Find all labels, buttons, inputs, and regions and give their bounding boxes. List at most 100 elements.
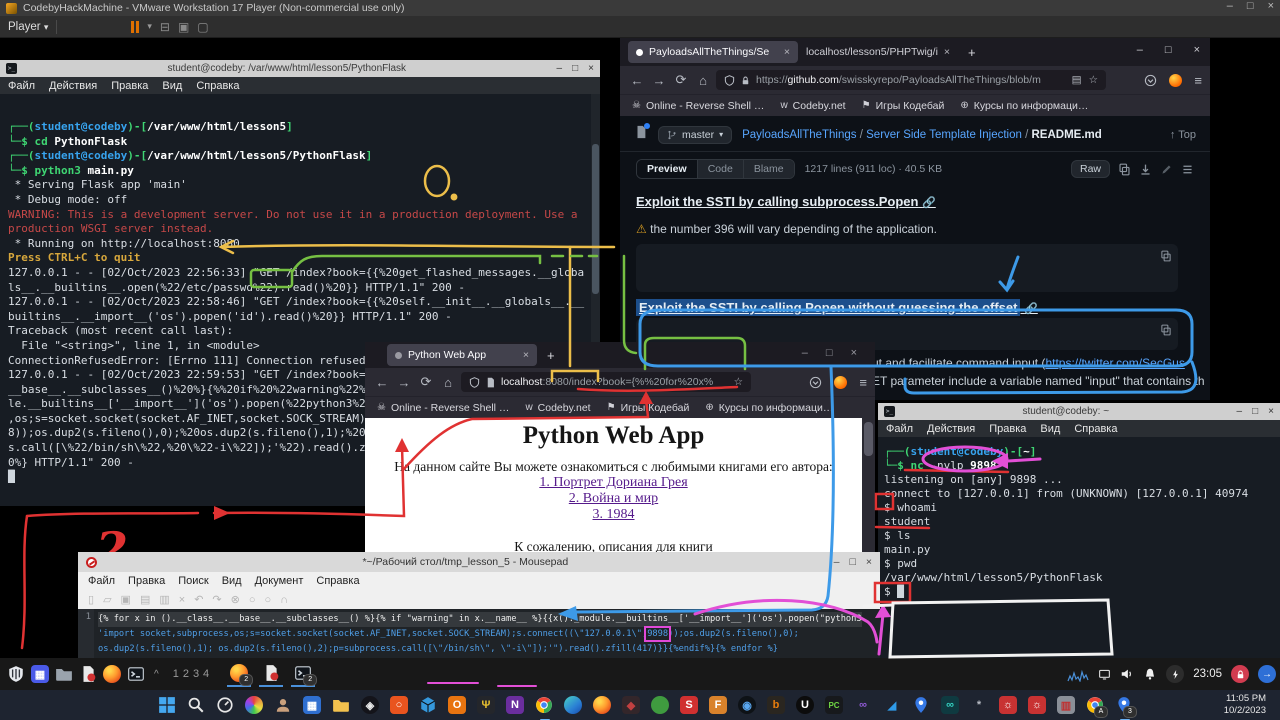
volume-icon[interactable]: [1120, 667, 1134, 681]
close-file-icon[interactable]: ×: [179, 594, 185, 606]
firefox-account-icon[interactable]: [834, 376, 847, 389]
twitter-link[interactable]: https://twitter.com/SecGus: [1045, 356, 1184, 370]
find-icon[interactable]: ○: [249, 594, 256, 606]
vscode-app[interactable]: ◢: [881, 693, 903, 717]
edge-app[interactable]: [562, 693, 584, 717]
vmware-pause-button[interactable]: [131, 21, 139, 33]
edit-pencil-icon[interactable]: [1160, 163, 1173, 176]
menu-item-Файл[interactable]: Файл: [8, 80, 35, 92]
mousepad-text-area[interactable]: 1 {% for x in ().__class__.__base__.__su…: [78, 609, 880, 658]
tab-localhost-phptwig[interactable]: localhost/lesson5/PHPTwig/i ×: [798, 41, 958, 63]
terminal-titlebar[interactable]: >_ student@codeby: ~ – □ ×: [878, 403, 1280, 420]
window-close-button[interactable]: ×: [851, 347, 857, 359]
bookmark-item[interactable]: wCodeby.net: [780, 100, 845, 112]
bookmark-star-icon[interactable]: ☆: [1089, 74, 1098, 86]
virtualbox-app[interactable]: [417, 693, 439, 717]
mousepad-code[interactable]: {% for x in ().__class__.__base__.__subc…: [94, 609, 862, 658]
vmware-pause-caret[interactable]: ▾: [147, 21, 152, 32]
mousepad-window-button[interactable]: [259, 661, 283, 687]
terminal-titlebar[interactable]: >_ student@codeby: /var/www/html/lesson5…: [0, 60, 600, 77]
bookmark-item[interactable]: ⚑Игры Кодебай: [862, 100, 945, 112]
menu-item-Вид[interactable]: Вид: [162, 80, 182, 92]
wings-app[interactable]: *: [968, 693, 990, 717]
book-link[interactable]: 1. Портрет Дориана Грея: [365, 475, 862, 491]
copy-code-icon[interactable]: [1160, 250, 1172, 262]
f-app[interactable]: F: [707, 693, 729, 717]
dark-red-app[interactable]: ◆: [620, 693, 642, 717]
tab-python-web-app[interactable]: Python Web App ×: [387, 344, 537, 366]
gauge-app[interactable]: [214, 693, 236, 717]
replace-icon[interactable]: ○: [265, 594, 272, 606]
maximize-button[interactable]: □: [850, 556, 856, 568]
display-icon[interactable]: [1098, 668, 1111, 681]
forward-button[interactable]: →: [650, 73, 668, 88]
vmware-minimize-button[interactable]: –: [1227, 0, 1233, 12]
obsidian-app[interactable]: ◈: [359, 693, 381, 717]
cpu-graph-icon[interactable]: [1067, 666, 1089, 682]
onenote-app[interactable]: N: [504, 693, 526, 717]
copy-raw-icon[interactable]: [1118, 163, 1131, 176]
window-minimize-button[interactable]: –: [802, 347, 808, 359]
unreal-app[interactable]: U: [794, 693, 816, 717]
file-explorer[interactable]: [330, 693, 352, 717]
menu-item-Правка[interactable]: Правка: [111, 80, 148, 92]
color-wheel-app[interactable]: [243, 693, 265, 717]
window-maximize-button[interactable]: □: [1165, 44, 1172, 56]
ubuntu-app[interactable]: ○: [388, 693, 410, 717]
gear-app-1[interactable]: ☼: [997, 693, 1019, 717]
window-minimize-button[interactable]: –: [1137, 44, 1143, 56]
tab-payloadsallthethings[interactable]: PayloadsAllTheThings/Se ×: [628, 41, 798, 63]
menu-item-Вид[interactable]: Вид: [222, 575, 242, 587]
tab-close-icon[interactable]: ×: [944, 46, 950, 58]
present-app[interactable]: ▥: [1055, 693, 1077, 717]
close-button[interactable]: ×: [588, 63, 594, 74]
redo-icon[interactable]: ↷: [212, 593, 221, 606]
vmware-player-menu[interactable]: Player ▾: [8, 21, 48, 33]
menu-item-Файл[interactable]: Файл: [88, 575, 115, 587]
home-button[interactable]: ⌂: [439, 375, 457, 390]
page-scrollbar[interactable]: [862, 418, 875, 557]
panel-expander[interactable]: ^: [154, 669, 159, 680]
bookmark-item[interactable]: ⊕Курсы по информаци…: [960, 100, 1088, 112]
firefox-window-button[interactable]: 2: [227, 661, 251, 687]
map-pin-app[interactable]: [910, 693, 932, 717]
vmware-ctrl-alt-del-icon[interactable]: ⊟: [160, 20, 170, 34]
calendar-app[interactable]: ▦: [301, 693, 323, 717]
pocket-icon[interactable]: [1144, 74, 1157, 87]
menu-item-Правка[interactable]: Правка: [989, 423, 1026, 435]
app-menu-icon[interactable]: ≡: [859, 375, 867, 390]
pocket-icon[interactable]: [809, 376, 822, 389]
undo-icon[interactable]: ↶: [194, 593, 203, 606]
breadcrumb-folder-link[interactable]: Server Side Template Injection: [866, 129, 1022, 141]
gear-app-2[interactable]: ☼: [1026, 693, 1048, 717]
workspace-switcher[interactable]: 1234: [173, 668, 213, 680]
maximize-button[interactable]: □: [1252, 406, 1258, 417]
vmware-maximize-button[interactable]: □: [1247, 0, 1254, 12]
bookmark-item[interactable]: wCodeby.net: [525, 402, 590, 414]
kali-menu[interactable]: [4, 662, 28, 686]
vmware-close-button[interactable]: ×: [1268, 0, 1274, 12]
url-bar[interactable]: localhost:8080/index?book={%%20for%20x% …: [461, 372, 751, 392]
terminal-launcher[interactable]: [124, 662, 148, 686]
screen-lock-icon[interactable]: [1231, 665, 1249, 683]
save-as-icon[interactable]: ▤: [140, 593, 150, 606]
mousepad-launcher[interactable]: [76, 662, 100, 686]
pin-badged-app[interactable]: 3: [1113, 693, 1135, 717]
menu-item-Действия[interactable]: Действия: [927, 423, 975, 435]
menu-item-Справка[interactable]: Справка: [316, 575, 359, 587]
apps-grid[interactable]: ▦: [28, 662, 52, 686]
close-button[interactable]: ×: [866, 556, 872, 568]
minimize-button[interactable]: –: [557, 63, 563, 74]
reload-button[interactable]: ⟳: [417, 374, 435, 390]
person-app[interactable]: [272, 693, 294, 717]
minimize-button[interactable]: –: [1237, 406, 1243, 417]
menu-item-Справка[interactable]: Справка: [196, 80, 239, 92]
cut-icon[interactable]: ⊗: [231, 593, 240, 606]
bookmark-item[interactable]: ☠Online - Reverse Shell …: [632, 100, 764, 112]
save-icon[interactable]: ▣: [121, 593, 131, 606]
vmware-fullscreen-icon[interactable]: ▣: [178, 20, 189, 34]
code-block-subprocess[interactable]: {{''.__class__.mro()[1].__subclasses__()…: [636, 244, 1178, 292]
reader-mode-icon[interactable]: ▤: [1072, 74, 1082, 86]
firefox-host-app[interactable]: [591, 693, 613, 717]
power-manager-icon[interactable]: [1166, 665, 1184, 683]
